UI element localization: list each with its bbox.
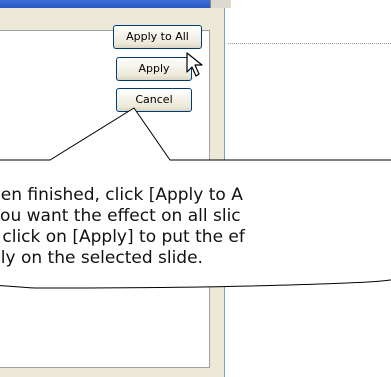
window-title-bar xyxy=(0,0,231,8)
title-bar-control[interactable] xyxy=(210,0,231,8)
apply-button[interactable]: Apply xyxy=(116,57,192,81)
connector-line xyxy=(228,43,391,44)
cancel-button[interactable]: Cancel xyxy=(116,88,192,112)
mouse-pointer-icon xyxy=(186,52,203,77)
apply-to-all-button[interactable]: Apply to All xyxy=(113,25,202,49)
